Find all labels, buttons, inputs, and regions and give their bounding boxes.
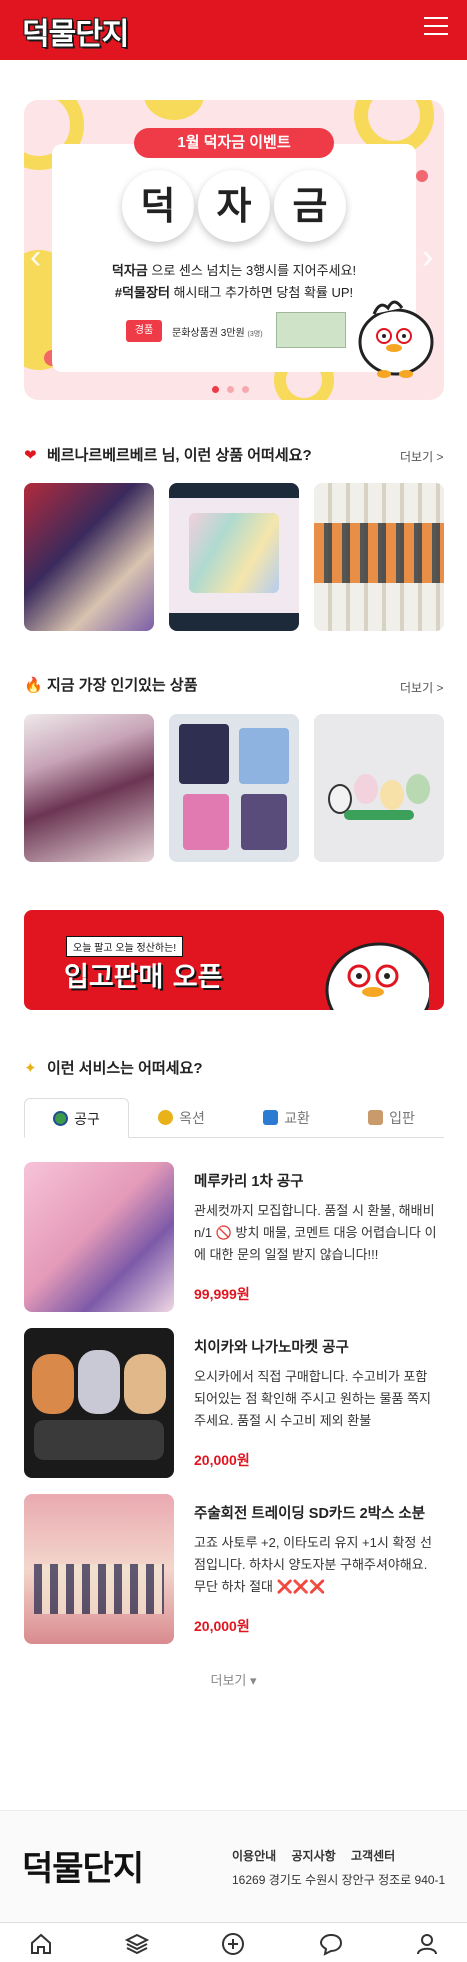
item-desc: 고죠 사토루 +2, 이타도리 유지 +1시 확정 선점입니다. 하차시 양도자…: [194, 1535, 432, 1594]
footer-address: 16269 경기도 수원시 장안구 정조로 940-1: [232, 1873, 446, 1887]
load-more-button[interactable]: 더보기 ▾: [0, 1670, 467, 1689]
bottom-tab-bar: [0, 1922, 467, 1962]
title-char: 덕: [122, 170, 194, 242]
footer: 덕물단지 이용안내 공지사항 고객센터 16269 경기도 수원시 장안구 정조…: [0, 1810, 467, 1922]
carousel-dots: [212, 380, 257, 398]
footer-links: 이용안내 공지사항 고객센터: [232, 1847, 407, 1864]
event-banner[interactable]: 1월 덕자금 이벤트 덕 자 금 덕자금 으로 센스 넘치는 3행시를 지어주세…: [24, 100, 444, 400]
item-desc: 관세컷까지 모집합니다. 품절 시 환불, 해배비 n/1 🚫 방치 매물, 코…: [194, 1203, 437, 1262]
more-link-recommend[interactable]: 더보기 >: [400, 448, 443, 465]
carousel-dot[interactable]: [242, 386, 249, 393]
service-tabs: 공구 옥션 교환 입판: [24, 1098, 444, 1138]
home-icon[interactable]: [28, 1931, 54, 1957]
list-item[interactable]: 주술회전 트레이딩 SD카드 2박스 소분 고죠 사토루 +2, 이타도리 유지…: [24, 1494, 444, 1644]
event-title: 1월 덕자금 이벤트: [134, 128, 334, 158]
logo[interactable]: 덕물단지: [22, 9, 129, 53]
title-char: 자: [198, 170, 270, 242]
prize-tag: 경품: [126, 320, 162, 342]
sparkle-icon: ✦: [24, 1060, 37, 1077]
item-price: 20,000원: [194, 1452, 250, 1468]
item-title: 치이카와 나가노마켓 공구: [194, 1340, 349, 1356]
menu-icon[interactable]: [424, 17, 448, 37]
mascot-bird-icon: [358, 300, 434, 378]
item-image: [24, 1494, 174, 1644]
layers-icon[interactable]: [124, 1931, 150, 1957]
footer-link-notice[interactable]: 공지사항: [292, 1849, 336, 1863]
product-thumb[interactable]: [169, 483, 299, 631]
tab-group-buy[interactable]: 공구: [24, 1098, 129, 1138]
section-title-services: ✦ 이런 서비스는 어떠세요?: [24, 1060, 203, 1077]
product-thumb[interactable]: [314, 714, 444, 862]
add-icon[interactable]: [220, 1931, 246, 1957]
title-char: 금: [274, 170, 346, 242]
voucher-image: [276, 312, 346, 348]
footer-logo: 덕물단지: [22, 1849, 144, 1889]
tab-exchange[interactable]: 교환: [234, 1098, 339, 1138]
section-title-popular: 🔥 지금 가장 인기있는 상품: [24, 677, 198, 694]
item-price: 99,999원: [194, 1286, 250, 1302]
item-image: [24, 1328, 174, 1478]
globe-icon: [53, 1111, 69, 1126]
list-item[interactable]: 치이카와 나가노마켓 공구 오시카에서 직접 구매합니다. 수고비가 포함되어있…: [24, 1328, 444, 1478]
next-arrow-icon[interactable]: ›: [422, 238, 433, 277]
item-title: 메루카리 1차 공구: [194, 1174, 304, 1190]
list-item[interactable]: 메루카리 1차 공구 관세컷까지 모집합니다. 품절 시 환불, 해배비 n/1…: [24, 1162, 444, 1312]
chat-icon[interactable]: [318, 1931, 344, 1957]
carousel-dot[interactable]: [227, 386, 234, 393]
more-link-popular[interactable]: 더보기 >: [400, 679, 443, 696]
promo-subtitle: 오늘 팔고 오늘 정산하는!: [66, 936, 184, 957]
item-title: 주술회전 트레이딩 SD카드 2박스 소분: [194, 1506, 426, 1522]
product-thumb[interactable]: [24, 714, 154, 862]
exchange-icon: [263, 1110, 279, 1125]
heart-icon: ❤: [24, 447, 37, 464]
item-image: [24, 1162, 174, 1312]
carousel-dot[interactable]: [212, 386, 219, 393]
section-title-recommend: ❤ 베르나르베르베르 님, 이런 상품 어떠세요?: [24, 447, 312, 464]
item-desc: 오시카에서 직접 구매합니다. 수고비가 포함되어있는 점 확인해 주시고 원하…: [194, 1369, 431, 1428]
item-price: 20,000원: [194, 1618, 250, 1634]
box-icon: [368, 1110, 384, 1125]
money-bag-icon: [158, 1110, 174, 1125]
app-header: 덕물단지: [0, 0, 467, 60]
tab-auction[interactable]: 옥션: [129, 1098, 234, 1138]
product-thumb[interactable]: [24, 483, 154, 631]
promo-banner[interactable]: 오늘 팔고 오늘 정산하는! 입고판매 오픈: [24, 910, 444, 1010]
footer-link-guide[interactable]: 이용안내: [232, 1849, 276, 1863]
banner-line-1: 덕자금 으로 센스 넘치는 3행시를 지어주세요!: [111, 263, 357, 278]
mascot-bird-icon: [325, 942, 429, 1010]
promo-title: 입고판매 오픈: [64, 962, 223, 993]
profile-icon[interactable]: [414, 1931, 440, 1957]
product-thumb[interactable]: [314, 483, 444, 631]
footer-link-support[interactable]: 고객센터: [351, 1849, 395, 1863]
tab-consign[interactable]: 입판: [339, 1098, 444, 1138]
fire-icon: 🔥: [24, 677, 43, 694]
prev-arrow-icon[interactable]: ‹: [30, 238, 41, 277]
product-thumb[interactable]: [169, 714, 299, 862]
prize-text: 문화상품권 3만원 (3명): [172, 328, 263, 339]
